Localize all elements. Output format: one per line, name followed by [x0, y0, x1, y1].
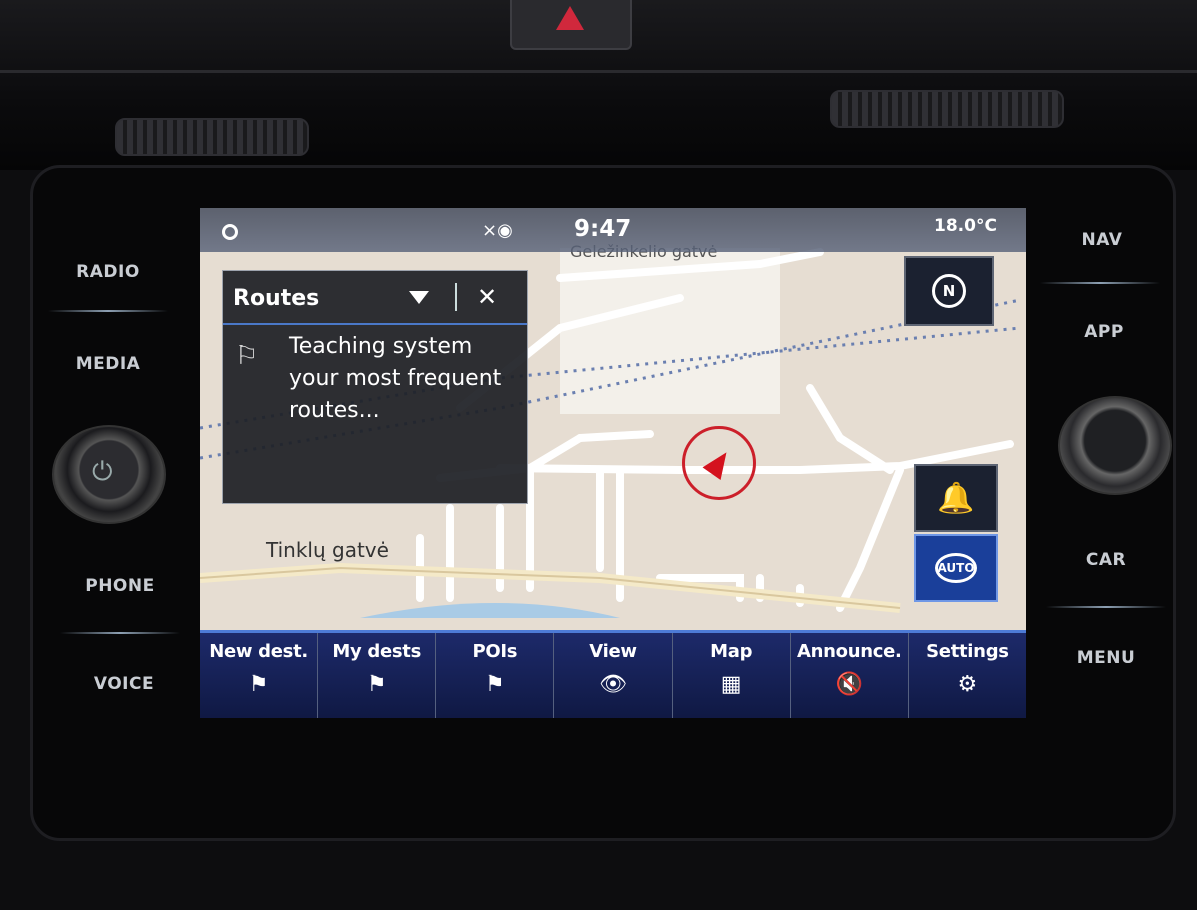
- radio-button[interactable]: RADIO: [48, 262, 168, 282]
- outside-temperature: 18.0°C: [934, 216, 997, 236]
- close-icon[interactable]: ✕: [477, 283, 497, 311]
- main-road: [200, 562, 901, 613]
- car-divider: [1046, 606, 1166, 608]
- bell-icon: 🔔: [937, 480, 975, 516]
- popup-message: Teaching system your most frequent route…: [289, 334, 502, 423]
- checkered-flag-icon: ⚑: [248, 672, 269, 697]
- car-button[interactable]: CAR: [1046, 550, 1166, 570]
- voice-control-icon[interactable]: [222, 224, 238, 240]
- hazard-button[interactable]: [510, 0, 632, 50]
- person-flag-icon: ⚑: [366, 672, 387, 697]
- compass-button[interactable]: N: [904, 256, 994, 326]
- announcement-button[interactable]: 🔔: [914, 464, 998, 532]
- water-area: [360, 603, 620, 618]
- navigation-menu-bar: New dest. ⚑ My dests ⚑ POIs ⚑ View 👁 Map…: [200, 630, 1026, 718]
- mute-announcement-icon: 🔇: [835, 672, 863, 697]
- poi-flag-icon: ⚑: [484, 672, 505, 697]
- compass-north-icon: N: [932, 274, 966, 308]
- left-vent-wheel[interactable]: [115, 118, 309, 156]
- menu-label: My dests: [332, 641, 422, 662]
- menu-my-destinations[interactable]: My dests ⚑: [318, 633, 437, 718]
- menu-announcements[interactable]: Announce. 🔇: [791, 633, 909, 718]
- popup-divider: [455, 283, 457, 311]
- route-learning-icon: ⚐: [235, 341, 259, 371]
- nav-divider: [1040, 282, 1160, 284]
- map-layers-icon: ▦: [720, 672, 742, 697]
- street-label-bottom: Tinklų gatvė: [266, 538, 389, 562]
- volume-knob[interactable]: ⏻: [52, 425, 166, 524]
- navigation-screen[interactable]: Geležinkelio gatvė ×◉ 9:47 18.0°C Routes…: [200, 208, 1026, 718]
- vehicle-position-marker: [682, 426, 756, 500]
- right-vent-wheel[interactable]: [830, 90, 1064, 128]
- vehicle-arrow-icon: [702, 446, 736, 480]
- menu-label: New dest.: [209, 641, 308, 662]
- dashboard-trim: [0, 70, 1197, 73]
- menu-label: Announce.: [796, 641, 902, 662]
- menu-map[interactable]: Map ▦: [673, 633, 791, 718]
- gear-icon: ⚙: [957, 672, 978, 697]
- menu-label: View: [589, 641, 637, 662]
- eye-map-icon: 👁: [599, 672, 627, 697]
- app-button[interactable]: APP: [1044, 322, 1164, 342]
- phone-divider: [60, 632, 180, 634]
- clock: 9:47: [574, 216, 632, 242]
- menu-button[interactable]: MENU: [1046, 648, 1166, 668]
- menu-pois[interactable]: POIs ⚑: [436, 633, 555, 718]
- nav-button[interactable]: NAV: [1042, 230, 1162, 250]
- tuning-knob[interactable]: [1058, 396, 1172, 495]
- menu-label: POIs: [472, 641, 518, 662]
- radio-divider: [48, 310, 168, 312]
- menu-label: Settings: [926, 641, 1009, 662]
- media-button[interactable]: MEDIA: [48, 354, 168, 374]
- voice-button[interactable]: VOICE: [64, 674, 184, 694]
- menu-new-destination[interactable]: New dest. ⚑: [200, 633, 319, 718]
- auto-zoom-button[interactable]: AUTO: [914, 534, 998, 602]
- menu-view[interactable]: View 👁: [554, 633, 673, 718]
- hazard-icon: [556, 6, 584, 30]
- popup-title: Routes: [233, 286, 320, 311]
- popup-header: Routes ✕: [223, 271, 527, 325]
- phone-button[interactable]: PHONE: [60, 576, 180, 596]
- routes-popup: Routes ✕ ⚐ Teaching system your most fre…: [222, 270, 528, 504]
- auto-zoom-icon: AUTO: [935, 553, 977, 583]
- menu-label: Map: [710, 641, 753, 662]
- power-icon: ⏻: [92, 457, 113, 487]
- menu-settings[interactable]: Settings ⚙: [909, 633, 1026, 718]
- gps-signal-off-icon: ×◉: [482, 220, 513, 241]
- collapse-icon[interactable]: [409, 291, 429, 304]
